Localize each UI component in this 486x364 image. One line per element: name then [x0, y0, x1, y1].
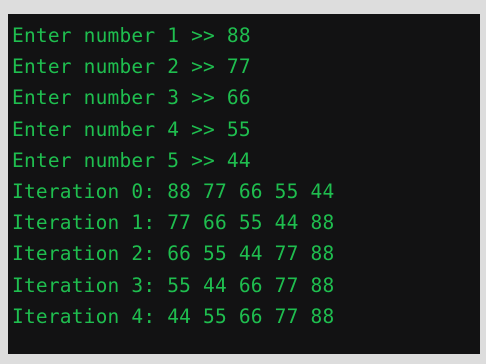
- console-line: Enter number 4 >> 55: [12, 117, 251, 141]
- console-line: Iteration 1: 77 66 55 44 88: [12, 211, 335, 235]
- console-line: Iteration 2: 66 55 44 77 88: [12, 242, 335, 266]
- console-line: Iteration 3: 55 44 66 77 88: [12, 273, 335, 297]
- bottom-strip: [0, 354, 486, 364]
- console-line: Enter number 1 >> 88: [12, 24, 251, 47]
- console-line: Enter number 5 >> 44: [12, 148, 251, 172]
- console-line: Iteration 4: 44 55 66 77 88: [12, 304, 335, 328]
- window-frame: Enter number 1 >> 88 Enter number 2 >> 7…: [0, 0, 486, 364]
- console-line: Enter number 2 >> 77: [12, 55, 251, 79]
- console-line: Enter number 3 >> 66: [12, 86, 251, 110]
- console-line: Iteration 0: 88 77 66 55 44: [12, 179, 335, 203]
- console-lines: Enter number 1 >> 88 Enter number 2 >> 7…: [12, 20, 334, 332]
- console-output[interactable]: Enter number 1 >> 88 Enter number 2 >> 7…: [8, 14, 480, 354]
